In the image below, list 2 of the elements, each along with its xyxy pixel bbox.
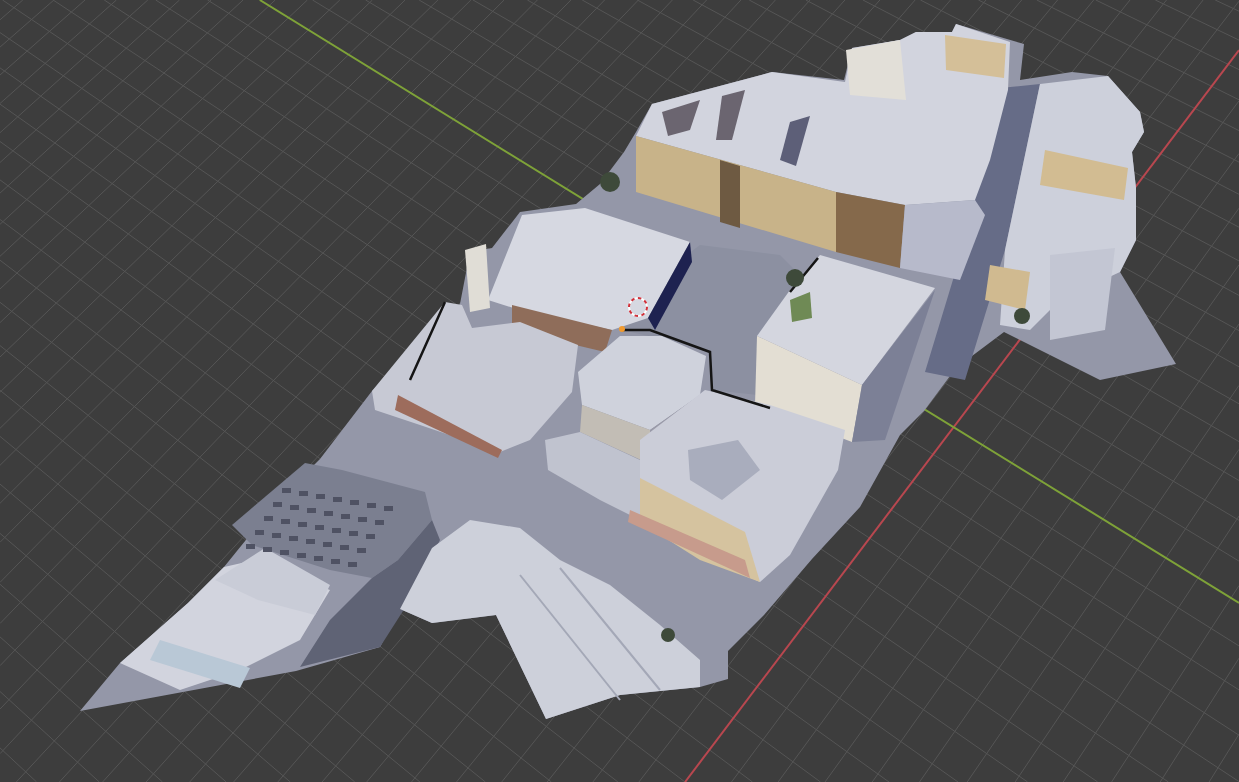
3d-cursor-icon: [628, 297, 648, 317]
origin-dot-icon: [619, 326, 625, 332]
